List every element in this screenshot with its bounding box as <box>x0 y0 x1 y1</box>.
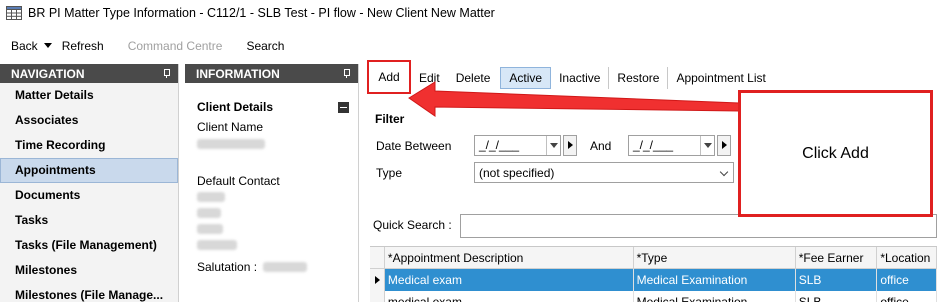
pin-icon[interactable] <box>342 69 350 78</box>
date-from-next-button[interactable] <box>563 135 577 156</box>
column-header-location[interactable]: *Location <box>877 247 937 268</box>
column-header-description[interactable]: *Appointment Description <box>385 247 634 268</box>
nav-item-time-recording[interactable]: Time Recording <box>0 133 178 158</box>
annotation-arrow-icon <box>408 81 740 117</box>
cell-type[interactable]: Medical Examination <box>634 269 796 291</box>
column-header-type[interactable]: *Type <box>634 247 796 268</box>
cell-type[interactable]: Medical Examination <box>634 291 796 302</box>
appointments-grid: *Appointment Description *Type *Fee Earn… <box>370 246 937 302</box>
nav-item-tasks-file-management[interactable]: Tasks (File Management) <box>0 233 178 258</box>
filter-section: Filter <box>375 112 404 126</box>
client-name-value-redacted <box>197 134 358 152</box>
cell-fee-earner[interactable]: SLB <box>796 291 878 302</box>
date-between-label: Date Between <box>376 139 452 153</box>
navigation-header-title: NAVIGATION <box>11 66 85 81</box>
client-name-label: Client Name <box>197 120 264 134</box>
command-centre-button[interactable]: Command Centre <box>128 39 223 53</box>
column-header-fee-earner[interactable]: *Fee Earner <box>796 247 878 268</box>
pin-icon[interactable] <box>162 69 170 78</box>
information-header: INFORMATION <box>185 64 358 83</box>
nav-item-documents[interactable]: Documents <box>0 183 178 208</box>
refresh-button[interactable]: Refresh <box>62 39 104 53</box>
table-row[interactable]: medical exam Medical Examination SLB off… <box>370 291 937 302</box>
cell-description[interactable]: Medical exam <box>385 269 634 291</box>
table-grid-icon <box>6 6 22 20</box>
nav-item-associates[interactable]: Associates <box>0 108 178 133</box>
navigation-list: Matter Details Associates Time Recording… <box>0 83 178 302</box>
date-to-field[interactable]: _/_/___ <box>628 135 715 156</box>
current-row-indicator-icon <box>370 269 385 291</box>
click-add-callout: Click Add <box>738 90 933 217</box>
row-indicator-header <box>370 247 385 268</box>
cell-location[interactable]: office <box>877 291 937 302</box>
row-indicator <box>370 291 385 302</box>
type-select-value: (not specified) <box>479 166 555 180</box>
information-panel: INFORMATION Client Details Client Name D… <box>185 64 359 302</box>
back-dropdown-icon[interactable] <box>43 43 52 48</box>
calendar-dropdown-icon[interactable] <box>700 136 714 155</box>
salutation-value-redacted <box>263 262 308 272</box>
chevron-down-icon <box>719 167 729 177</box>
navigation-panel: NAVIGATION Matter Details Associates Tim… <box>0 64 179 302</box>
date-from-field[interactable]: _/_/___ <box>474 135 561 156</box>
nav-item-milestones-file-management[interactable]: Milestones (File Manage... <box>0 283 178 302</box>
information-body: Client Details Client Name Default Conta… <box>185 83 358 274</box>
type-select[interactable]: (not specified) <box>474 162 734 183</box>
collapse-icon[interactable] <box>338 101 349 113</box>
table-row[interactable]: Medical exam Medical Examination SLB off… <box>370 269 937 291</box>
default-contact-label: Default Contact <box>197 174 280 188</box>
client-details-header: Client Details <box>197 100 349 114</box>
window-title: BR PI Matter Type Information - C112/1 -… <box>28 6 495 20</box>
cell-description[interactable]: medical exam <box>385 291 634 302</box>
nav-item-matter-details[interactable]: Matter Details <box>0 83 178 108</box>
information-header-title: INFORMATION <box>196 66 280 81</box>
default-contact-value-redacted <box>197 192 358 250</box>
client-details-title: Client Details <box>197 100 274 114</box>
quick-search-input[interactable] <box>460 214 937 238</box>
main-toolbar: Back Refresh Command Centre Search <box>0 32 937 60</box>
filter-title: Filter <box>375 112 405 126</box>
title-bar: BR PI Matter Type Information - C112/1 -… <box>0 0 937 26</box>
nav-item-appointments[interactable]: Appointments <box>0 158 178 183</box>
calendar-dropdown-icon[interactable] <box>546 136 560 155</box>
cell-fee-earner[interactable]: SLB <box>796 269 878 291</box>
nav-item-milestones[interactable]: Milestones <box>0 258 178 283</box>
callout-text: Click Add <box>802 144 869 162</box>
and-label: And <box>590 139 612 153</box>
cell-location[interactable]: office <box>877 269 937 291</box>
nav-item-tasks[interactable]: Tasks <box>0 208 178 233</box>
navigation-header: NAVIGATION <box>0 64 178 83</box>
date-from-value: _/_/___ <box>479 138 520 152</box>
grid-header: *Appointment Description *Type *Fee Earn… <box>370 247 937 269</box>
quick-search-label: Quick Search : <box>373 218 452 232</box>
search-button[interactable]: Search <box>246 39 284 53</box>
type-label: Type <box>376 166 403 180</box>
date-to-next-button[interactable] <box>717 135 731 156</box>
back-button[interactable]: Back <box>11 39 38 53</box>
date-to-value: _/_/___ <box>633 138 674 152</box>
salutation-label: Salutation : <box>197 260 258 274</box>
